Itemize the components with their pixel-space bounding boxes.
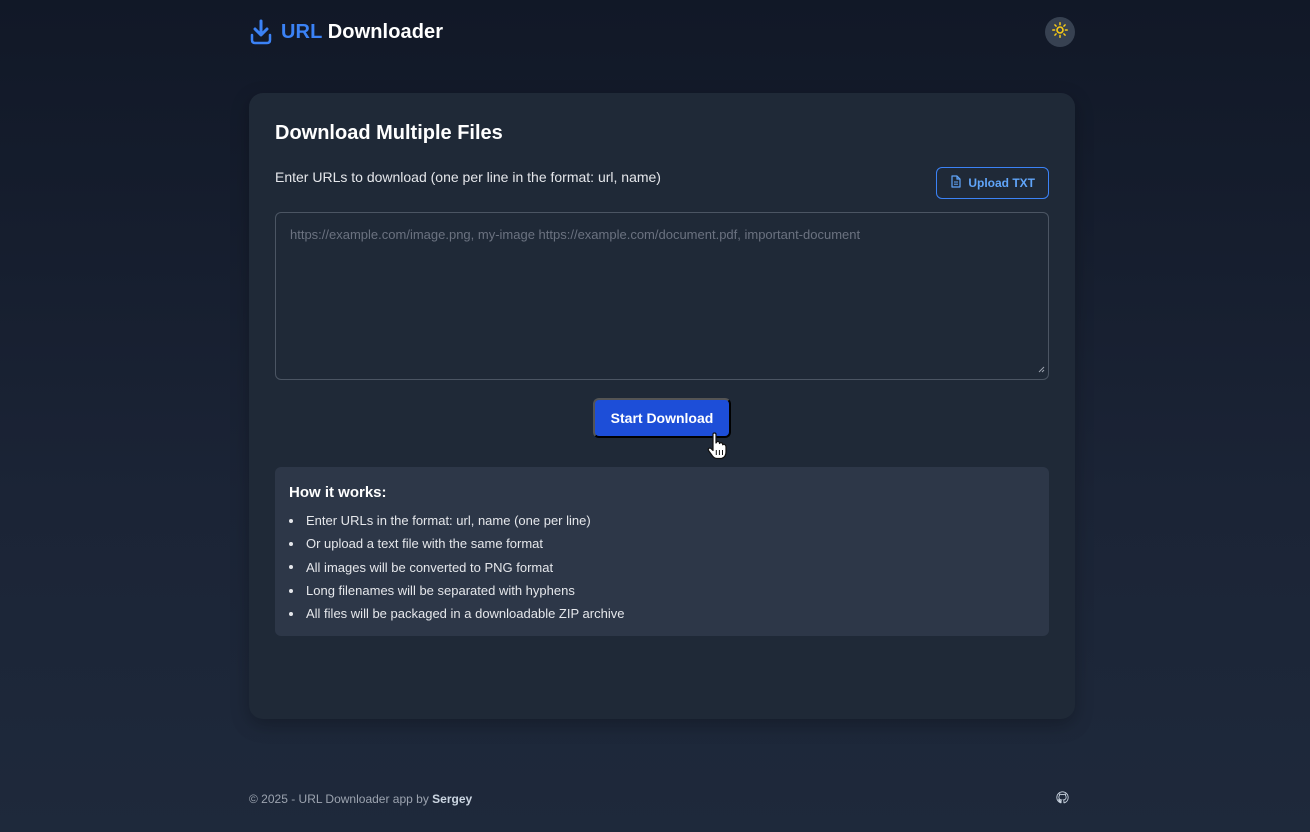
- bullet-icon: [289, 611, 293, 616]
- theme-toggle-button[interactable]: [1045, 17, 1075, 47]
- list-item: All images will be converted to PNG form…: [289, 556, 1035, 579]
- list-item-text: All files will be packaged in a download…: [306, 606, 625, 622]
- download-icon: [249, 19, 273, 45]
- list-item: Long filenames will be separated with hy…: [289, 579, 1035, 602]
- app-header: URL Downloader: [249, 14, 1075, 50]
- app-title-rest: Downloader: [322, 20, 444, 43]
- list-item: All files will be packaged in a download…: [289, 602, 1035, 625]
- brand[interactable]: URL Downloader: [249, 19, 443, 45]
- list-item-text: All images will be converted to PNG form…: [306, 559, 554, 575]
- urls-textarea-placeholder: https://example.com/image.png, my-image …: [290, 227, 861, 242]
- app-title-accent: URL: [281, 20, 323, 43]
- card-title: Download Multiple Files: [275, 122, 503, 144]
- download-card: Download Multiple Files Enter URLs to do…: [249, 93, 1075, 719]
- how-it-works-title: How it works:: [289, 484, 387, 501]
- list-item: Enter URLs in the format: url, name (one…: [289, 509, 1035, 532]
- list-item-text: Enter URLs in the format: url, name (one…: [306, 513, 591, 529]
- copyright-prefix: © 2025 - URL Downloader app by: [249, 792, 433, 806]
- github-icon[interactable]: [1056, 791, 1069, 807]
- app-title: URL Downloader: [281, 21, 443, 44]
- bullet-icon: [289, 588, 293, 593]
- hand-cursor-icon: [707, 432, 729, 465]
- upload-txt-label: Upload TXT: [968, 176, 1035, 190]
- copyright-text: © 2025 - URL Downloader app by Sergey: [249, 792, 472, 806]
- resize-handle-icon[interactable]: [1038, 361, 1045, 376]
- list-item-text: Long filenames will be separated with hy…: [306, 583, 575, 599]
- bullet-icon: [289, 518, 293, 523]
- list-item-text: Or upload a text file with the same form…: [306, 536, 543, 552]
- list-item: Or upload a text file with the same form…: [289, 532, 1035, 555]
- upload-txt-button[interactable]: Upload TXT: [936, 167, 1049, 199]
- instructions-label: Enter URLs to download (one per line in …: [275, 169, 661, 185]
- how-it-works-panel: How it works: Enter URLs in the format: …: [275, 467, 1049, 636]
- sun-icon: [1052, 21, 1068, 43]
- author-link[interactable]: Sergey: [432, 792, 472, 806]
- how-it-works-list: Enter URLs in the format: url, name (one…: [289, 509, 1035, 625]
- urls-textarea[interactable]: https://example.com/image.png, my-image …: [275, 212, 1049, 380]
- file-icon: [950, 175, 962, 191]
- bullet-icon: [289, 541, 293, 546]
- bullet-icon: [289, 565, 293, 570]
- app-footer: © 2025 - URL Downloader app by Sergey: [249, 790, 1075, 808]
